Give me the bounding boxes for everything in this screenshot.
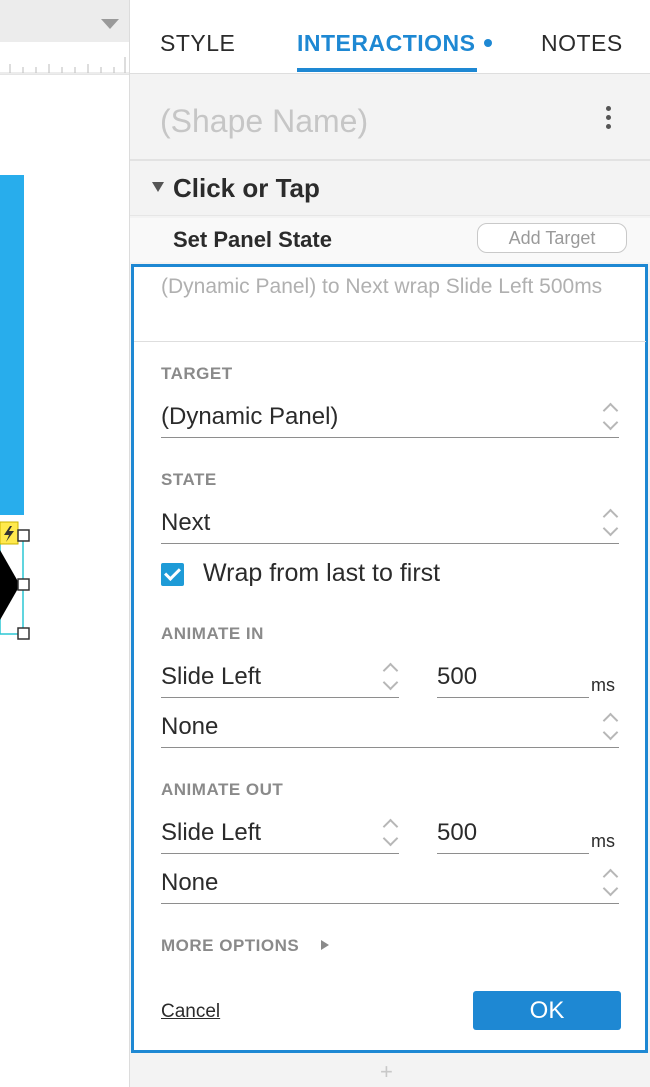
plus-icon: + <box>380 1059 393 1084</box>
cancel-button[interactable]: Cancel <box>161 1001 220 1023</box>
animate-in-label: ANIMATE IN <box>161 624 264 643</box>
shape-name-input[interactable]: (Shape Name) <box>160 103 368 140</box>
add-target-button[interactable]: Add Target <box>477 223 627 253</box>
animate-out-easing-select[interactable]: None <box>161 862 619 904</box>
up-down-chevron-icon <box>603 511 619 535</box>
tab-interactions[interactable]: INTERACTIONS <box>297 30 492 57</box>
event-name[interactable]: Click or Tap <box>173 173 320 204</box>
state-value: Next <box>161 509 211 536</box>
state-select[interactable]: Next <box>161 502 619 544</box>
wrap-checkbox[interactable] <box>161 563 184 586</box>
ruler-ticks <box>0 57 129 74</box>
resize-handle-bottom-right[interactable] <box>17 627 30 640</box>
divider <box>134 341 646 342</box>
animate-in-type-select[interactable]: Slide Left <box>161 656 399 698</box>
diamond-shape[interactable] <box>0 550 20 620</box>
action-name[interactable]: Set Panel State <box>173 227 332 253</box>
target-label: TARGET <box>161 364 233 383</box>
animate-out-type-select[interactable]: Slide Left <box>161 812 399 854</box>
dynamic-panel-shape[interactable] <box>0 175 24 515</box>
animate-out-unit: ms <box>591 831 615 851</box>
animate-in-unit: ms <box>591 675 615 695</box>
interactions-panel: STYLE INTERACTIONS NOTES (Shape Name) Cl… <box>129 0 650 1087</box>
animate-in-easing-value: None <box>161 713 219 740</box>
target-value: (Dynamic Panel) <box>161 403 339 430</box>
design-canvas[interactable] <box>0 0 129 1087</box>
resize-handle-middle-right[interactable] <box>17 578 30 591</box>
active-tab-underline <box>297 68 477 72</box>
add-interaction-button[interactable]: + <box>130 1057 650 1087</box>
animate-in-type-value: Slide Left <box>161 663 262 690</box>
animate-in-easing-select[interactable]: None <box>161 706 619 748</box>
target-select[interactable]: (Dynamic Panel) <box>161 396 619 438</box>
state-label: STATE <box>161 470 217 489</box>
toolbar-dropdown-icon[interactable] <box>101 19 119 29</box>
selected-shape[interactable] <box>0 520 129 650</box>
tab-style[interactable]: STYLE <box>160 30 235 57</box>
tab-notes[interactable]: NOTES <box>541 30 623 57</box>
active-indicator-dot-icon <box>483 38 492 47</box>
animate-out-duration-input[interactable]: 500 <box>437 812 589 854</box>
animate-out-label: ANIMATE OUT <box>161 780 284 799</box>
canvas-ruler <box>0 42 129 75</box>
kebab-icon[interactable] <box>604 106 612 132</box>
animate-out-easing-value: None <box>161 869 219 896</box>
action-summary: (Dynamic Panel) to Next wrap Slide Left … <box>161 275 603 298</box>
animate-in-duration-value: 500 <box>437 663 478 690</box>
resize-handle-top-right[interactable] <box>17 529 30 542</box>
tab-interactions-label: INTERACTIONS <box>297 30 476 56</box>
animate-out-duration-value: 500 <box>437 819 478 846</box>
more-options-toggle[interactable]: MORE OPTIONS <box>161 936 299 956</box>
up-down-chevron-icon <box>383 665 399 689</box>
wrap-checkbox-label[interactable]: Wrap from last to first <box>203 559 440 588</box>
up-down-chevron-icon <box>383 821 399 845</box>
up-down-chevron-icon <box>603 871 619 895</box>
animate-out-type-value: Slide Left <box>161 819 262 846</box>
caret-right-icon[interactable] <box>321 940 329 950</box>
ok-button[interactable]: OK <box>473 991 621 1030</box>
up-down-chevron-icon <box>603 405 619 429</box>
animate-in-duration-input[interactable]: 500 <box>437 656 589 698</box>
canvas-toolbar <box>0 0 129 42</box>
up-down-chevron-icon <box>603 715 619 739</box>
caret-down-icon[interactable] <box>152 182 164 192</box>
panel-tabs: STYLE INTERACTIONS NOTES <box>130 0 650 74</box>
